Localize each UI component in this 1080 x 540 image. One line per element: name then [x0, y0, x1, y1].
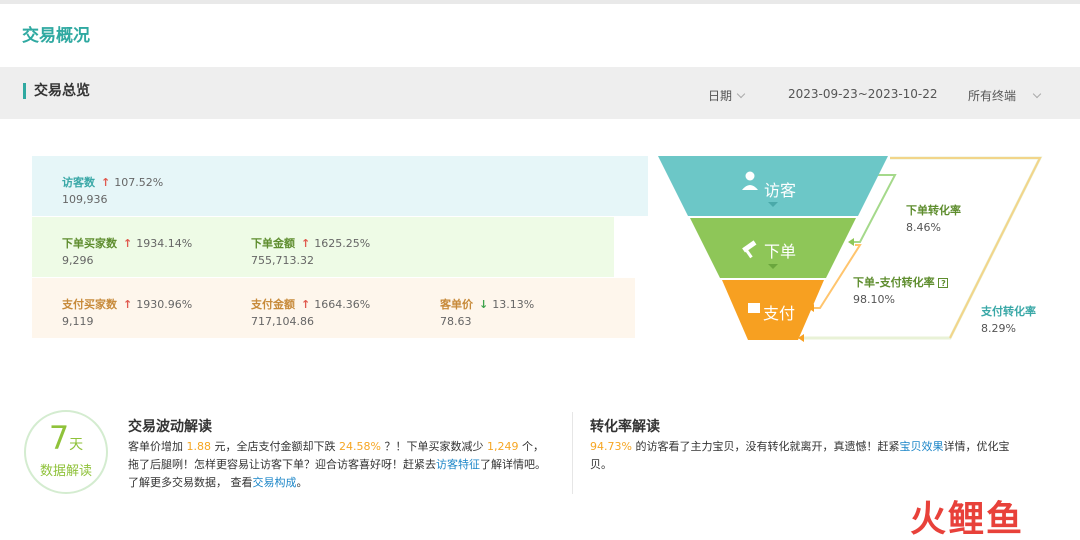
metric-value: 78.63	[440, 315, 472, 328]
arrow-up-icon: ↑	[301, 237, 311, 250]
funnel-pay-label: 支付	[763, 304, 796, 323]
metric-change: 1934.14%	[136, 237, 193, 250]
order-pay-conversion: 下单-支付转化率 ? 98.10%	[853, 274, 949, 306]
pay-conversion: 支付转化率 8.29%	[981, 303, 1036, 335]
metric-pay-amount[interactable]: 支付金额 ↑ 1664.36% 717,104.86	[251, 296, 370, 328]
order-pay-conv-value: 98.10%	[853, 293, 895, 306]
wallet-icon	[748, 303, 760, 313]
metric-visitors[interactable]: 访客数 ↑ 107.52% 109,936	[62, 174, 163, 206]
metric-value: 109,936	[62, 193, 108, 206]
terminal-label: 所有终端	[968, 89, 1017, 103]
conv-interp-body: 94.73% 的访客看了主力宝贝，没有转化就离开，真遗憾！赶紧宝贝效果详情，优化…	[590, 440, 1010, 471]
arrow-up-icon: ↑	[123, 298, 133, 311]
metric-change: 13.13%	[492, 298, 535, 311]
metric-value: 717,104.86	[251, 315, 314, 328]
metric-order-buyers[interactable]: 下单买家数 ↑ 1934.14% 9,296	[62, 235, 192, 267]
funnel-visit-label: 访客	[764, 181, 797, 200]
order-conv-label: 下单转化率	[906, 204, 961, 217]
pay-conv-label: 支付转化率	[981, 305, 1036, 318]
page-title: 交易概况	[22, 26, 90, 46]
metric-label: 下单金额	[251, 237, 295, 250]
metric-label: 客单价	[440, 298, 473, 311]
date-range[interactable]: 2023-09-23~2023-10-22	[788, 87, 938, 101]
item-effect-link[interactable]: 宝贝效果	[899, 440, 943, 453]
trade-interp-title: 交易波动解读	[128, 419, 212, 435]
pay-conv-value: 8.29%	[981, 322, 1016, 335]
arrow-up-icon: ↑	[123, 237, 133, 250]
terminal-dropdown[interactable]: 所有终端	[968, 87, 1042, 104]
metric-change: 1664.36%	[314, 298, 371, 311]
trade-composition-link[interactable]: 交易构成	[253, 476, 297, 489]
badge-text: 数据解读	[39, 464, 92, 479]
chevron-down-icon	[736, 89, 746, 99]
conv-interp-title: 转化率解读	[590, 419, 660, 435]
arrow-down-icon: ↓	[479, 298, 489, 311]
metric-label: 支付买家数	[62, 298, 117, 311]
order-pay-conv-label: 下单-支付转化率 ?	[853, 274, 949, 290]
metric-label: 下单买家数	[62, 237, 117, 250]
arrow-up-icon: ↑	[301, 298, 311, 311]
divider	[572, 412, 573, 494]
user-icon	[745, 171, 755, 181]
help-icon[interactable]: ?	[938, 278, 949, 288]
order-conv-value: 8.46%	[906, 221, 941, 234]
metric-value: 9,296	[62, 254, 94, 267]
seven-day-badge: 7天 数据解读	[24, 410, 108, 494]
metric-change: 1625.25%	[314, 237, 371, 250]
metric-value: 9,119	[62, 315, 94, 328]
conversion-funnel: 访客 下单 支付 下单转化率 8.46% 下单-支付转化率 ? 98.10% 支…	[650, 150, 1070, 350]
metric-label: 支付金额	[251, 298, 295, 311]
metric-change: 1930.96%	[136, 298, 193, 311]
top-border	[0, 0, 1080, 4]
badge-days: 7天	[48, 419, 84, 457]
metric-change: 107.52%	[114, 176, 164, 189]
metric-unit-price[interactable]: 客单价 ↓ 13.13% 78.63	[440, 296, 534, 328]
metric-label: 访客数	[62, 176, 95, 189]
visitor-features-link[interactable]: 访客特征	[436, 458, 480, 471]
arrow-up-icon: ↑	[101, 176, 111, 189]
date-label: 日期	[708, 89, 733, 103]
metric-value: 755,713.32	[251, 254, 314, 267]
trade-interp-body: 客单价增加 1.88 元，全店支付金额却下跌 24.58% ？！下单买家数减少 …	[128, 440, 546, 489]
watermark: 火鲤鱼	[910, 499, 1025, 540]
arrow-left-icon	[848, 238, 854, 246]
date-dropdown[interactable]: 日期	[708, 87, 746, 104]
order-conversion: 下单转化率 8.46%	[906, 202, 961, 234]
chevron-down-icon	[1032, 89, 1042, 99]
metric-pay-buyers[interactable]: 支付买家数 ↑ 1930.96% 9,119	[62, 296, 192, 328]
funnel-order-label: 下单	[764, 242, 797, 261]
overview-title: 交易总览	[23, 83, 90, 99]
metric-order-amount[interactable]: 下单金额 ↑ 1625.25% 755,713.32	[251, 235, 370, 267]
